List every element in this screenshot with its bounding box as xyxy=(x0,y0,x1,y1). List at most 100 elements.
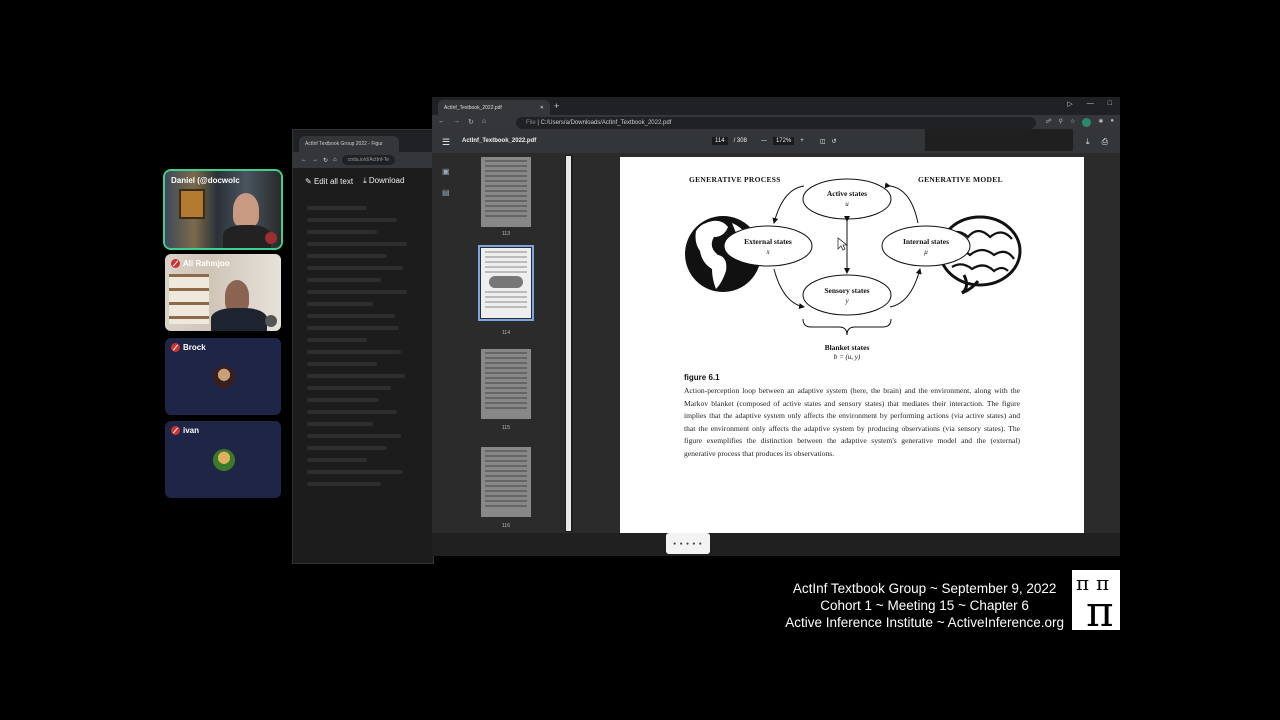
internal-states-symbol: μ xyxy=(924,248,928,256)
address-bar[interactable]: coda.io/d/ActInf-Te xyxy=(341,155,396,165)
fit-page-icon[interactable]: ◫ xyxy=(820,138,826,145)
floating-toolbar[interactable]: ● ● ● ● ● xyxy=(666,533,710,554)
caption-line-3: Active Inference Institute ~ ActiveInfer… xyxy=(785,615,1064,630)
participant-name: Ali Rahmjoo xyxy=(171,259,230,268)
thumbnail-panel[interactable]: 113 114 115 116 xyxy=(460,155,568,532)
download-icon[interactable]: ⤓ xyxy=(1086,137,1090,147)
participant-tile-ivan[interactable]: ivan xyxy=(165,421,281,498)
sensory-states-symbol: y xyxy=(845,297,849,305)
extensions-icon[interactable]: ✱ xyxy=(1098,118,1103,127)
thumbnail-label: 116 xyxy=(502,523,510,529)
page-thumbnail[interactable] xyxy=(481,349,531,419)
stream-caption: ActInf Textbook Group ~ September 9, 202… xyxy=(785,580,1064,631)
rotate-icon[interactable]: ↺ xyxy=(831,138,836,145)
figure-caption: Action-perception loop between an adapti… xyxy=(684,386,1020,458)
participant-name: Brock xyxy=(171,343,206,352)
browser-tab[interactable]: ActInf Textbook Group 2022 - Figur xyxy=(299,136,399,152)
participant-name: Daniel (@docwolc xyxy=(171,176,240,185)
zoom-in-icon[interactable]: + xyxy=(800,138,804,144)
thumbnail-label: 114 xyxy=(502,330,510,336)
mic-off-icon xyxy=(171,259,180,268)
mouse-cursor-icon xyxy=(837,237,847,251)
print-icon[interactable]: ⎙ xyxy=(1102,137,1108,147)
account-icon[interactable]: ● xyxy=(1110,118,1114,127)
browser-tab[interactable]: ActInf_Textbook_2022.pdf ✕ xyxy=(438,100,550,115)
page-thumbnail[interactable] xyxy=(481,157,531,227)
page-thumbnail[interactable] xyxy=(481,447,531,517)
svg-text:π: π xyxy=(1086,587,1114,630)
participant-tile-daniel[interactable]: Daniel (@docwolc xyxy=(163,169,283,250)
status-strip xyxy=(432,533,1120,556)
external-states-symbol: x xyxy=(766,248,770,256)
menu-icon[interactable]: ☰ xyxy=(442,137,450,148)
figure-thumbnail xyxy=(489,276,523,288)
thumbnails-icon[interactable]: ▣ xyxy=(442,167,460,176)
background-browser-window[interactable]: ActInf Textbook Group 2022 - Figur ← → ↻… xyxy=(292,129,434,564)
back-icon[interactable]: ← xyxy=(301,157,307,163)
profile-avatar[interactable] xyxy=(1082,118,1092,127)
sensory-states-label: Sensory states xyxy=(824,286,870,295)
mic-off-icon xyxy=(171,343,180,352)
page-thumbnail-selected[interactable] xyxy=(478,245,534,321)
active-states-symbol: u xyxy=(845,200,849,208)
forward-icon[interactable]: → xyxy=(453,118,460,126)
close-tab-icon[interactable]: ✕ xyxy=(540,105,544,111)
address-bar[interactable]: File | C:/Users/a/Downloads/ActInf_Textb… xyxy=(516,117,1036,129)
participant-tile-brock[interactable]: Brock xyxy=(165,338,281,415)
media-icon[interactable]: ▷ xyxy=(1067,100,1072,108)
zoom-out-icon[interactable]: — xyxy=(761,138,767,144)
bookshelf xyxy=(169,274,209,324)
active-states-node xyxy=(802,178,892,220)
download-button[interactable]: ⤓ Download xyxy=(363,176,404,186)
outline-icon[interactable]: ▤ xyxy=(442,188,460,197)
avatar xyxy=(265,315,277,327)
reload-icon[interactable]: ↻ xyxy=(323,157,328,164)
pi-logo-icon: π π π xyxy=(1076,571,1114,636)
thumbnail-label: 113 xyxy=(502,231,510,237)
painting xyxy=(179,189,205,219)
caption-line-1: ActInf Textbook Group ~ September 9, 202… xyxy=(792,581,1057,596)
participant-shirt xyxy=(223,225,271,248)
zoom-input[interactable]: 172% xyxy=(772,137,795,145)
edit-all-text-button[interactable]: ✎ Edit all text xyxy=(305,177,353,186)
maximize-icon[interactable]: □ xyxy=(1108,100,1112,108)
popup-overlay xyxy=(925,129,1073,151)
active-states-label: Active states xyxy=(826,189,868,198)
share-icon[interactable]: ☍ xyxy=(1045,118,1051,127)
page-number-input[interactable]: 114 xyxy=(712,137,728,145)
pdf-filename: ActInf_Textbook_2022.pdf xyxy=(462,138,537,144)
participant-face xyxy=(233,193,259,227)
participant-name: ivan xyxy=(171,426,199,435)
page-total: / 308 xyxy=(733,138,747,144)
reload-icon[interactable]: ↻ xyxy=(468,118,474,126)
pdf-sidebar: ▣ ▤ xyxy=(432,155,460,556)
bookmark-star-icon[interactable]: ☆ xyxy=(1070,118,1075,127)
home-icon[interactable]: ⌂ xyxy=(333,157,337,163)
mic-off-icon xyxy=(171,426,180,435)
caption-line-2: Cohort 1 ~ Meeting 15 ~ Chapter 6 xyxy=(820,598,1029,613)
new-tab-icon[interactable]: + xyxy=(554,101,559,111)
pdf-page: GENERATIVE PROCESS GENERATIVE MODEL Acti… xyxy=(620,157,1084,537)
external-states-label: External states xyxy=(744,237,792,246)
avatar xyxy=(213,366,235,388)
zoom-icon[interactable]: ⚲ xyxy=(1059,118,1063,127)
forward-icon[interactable]: → xyxy=(312,157,318,163)
active-inference-logo: π π π xyxy=(1072,570,1120,636)
participant-shirt xyxy=(211,308,267,331)
participant-tile-ali[interactable]: Ali Rahmjoo xyxy=(165,254,281,331)
internal-states-node xyxy=(881,225,971,267)
document-outline xyxy=(293,194,433,486)
sensory-states-node xyxy=(802,274,892,316)
minimize-icon[interactable]: — xyxy=(1087,100,1094,108)
thumbnail-label: 115 xyxy=(502,425,510,431)
avatar xyxy=(213,449,235,471)
figure-caption-title: figure 6.1 xyxy=(684,373,720,382)
external-states-node xyxy=(723,225,813,267)
blanket-states-formula: b = (u, y) xyxy=(833,353,861,361)
internal-states-label: Internal states xyxy=(902,237,950,246)
back-icon[interactable]: ← xyxy=(438,118,445,126)
panel-splitter[interactable] xyxy=(565,155,573,532)
home-icon[interactable]: ⌂ xyxy=(482,118,486,126)
pdf-browser-window[interactable]: ActInf_Textbook_2022.pdf ✕ + ▷ — □ ← → ↻… xyxy=(432,97,1120,556)
avatar xyxy=(265,232,277,244)
